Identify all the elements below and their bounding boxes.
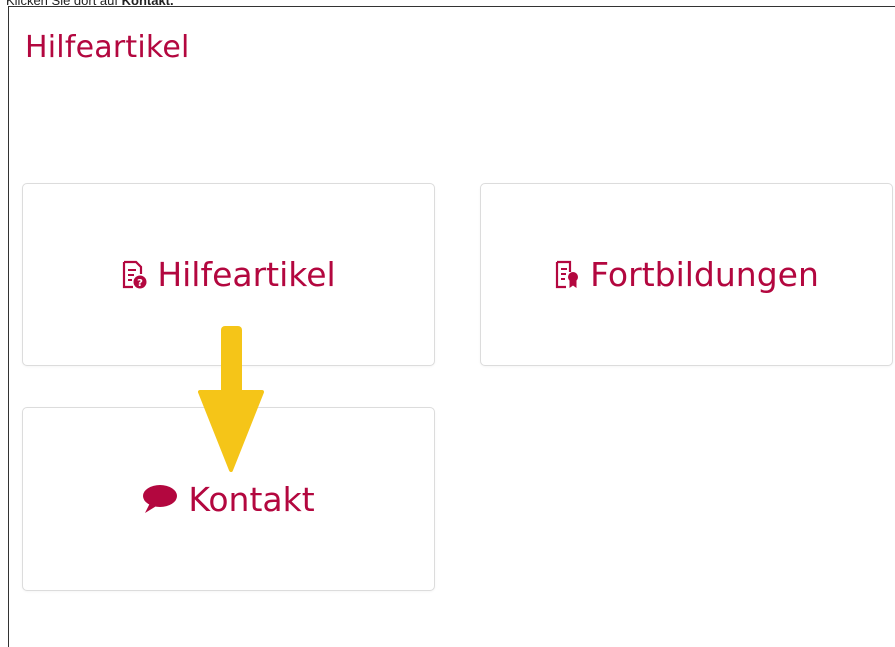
trainings-card-label: Fortbildungen <box>590 255 819 294</box>
page-title: Hilfeartikel <box>25 30 190 65</box>
help-articles-card-label: Hilfeartikel <box>157 255 336 294</box>
yellow-down-arrow-icon <box>198 322 264 476</box>
contact-card-label: Kontakt <box>188 479 315 519</box>
trainings-card[interactable]: Fortbildungen <box>480 183 893 366</box>
svg-text:?: ? <box>137 278 143 289</box>
document-question-icon: ? <box>121 260 147 290</box>
speech-bubble-icon <box>142 484 178 514</box>
document-certificate-icon <box>554 260 580 290</box>
